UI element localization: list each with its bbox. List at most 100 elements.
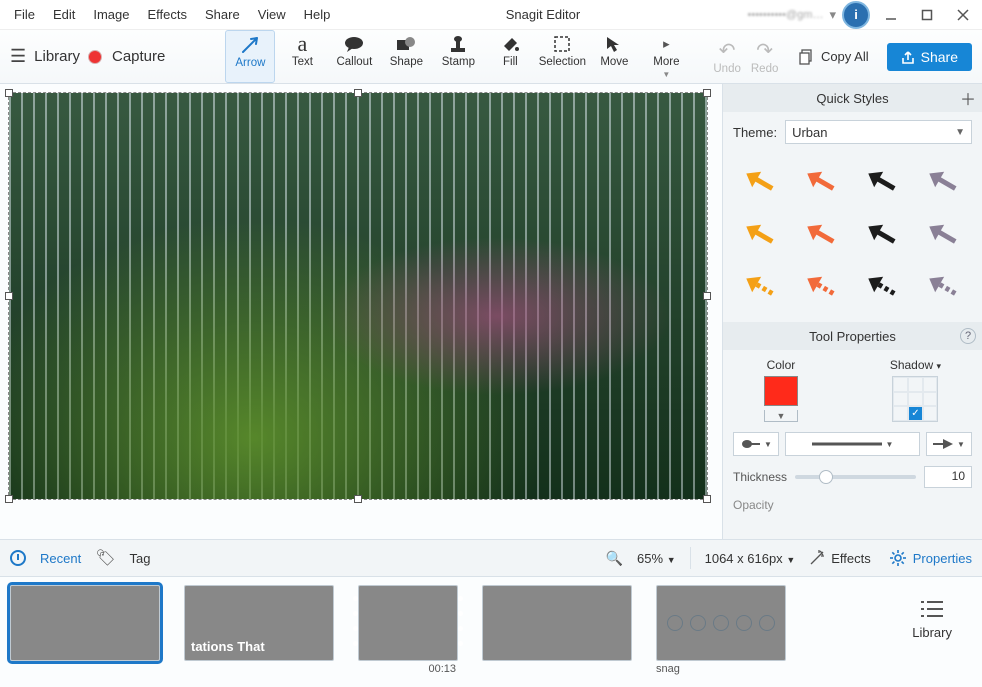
style-swatch[interactable]	[855, 158, 912, 206]
tool-label: Arrow	[235, 57, 265, 69]
tool-shape[interactable]: Shape	[381, 30, 431, 83]
thickness-value[interactable]: 10	[924, 466, 972, 488]
shadow-selected[interactable]: ✓	[908, 406, 923, 421]
library-big-button[interactable]: Library	[912, 585, 952, 640]
tool-properties-header: Tool Properties ?	[723, 322, 982, 350]
resize-handle[interactable]	[5, 292, 13, 300]
effects-label: Effects	[831, 551, 871, 566]
resize-handle[interactable]	[354, 495, 362, 503]
color-label: Color	[767, 358, 796, 372]
account-avatar-icon[interactable]: i	[842, 1, 870, 29]
style-swatch[interactable]	[855, 263, 912, 311]
zoom-level[interactable]: 65% ▼	[637, 551, 676, 566]
copy-all-button[interactable]: Copy All	[791, 45, 877, 69]
callout-icon	[343, 34, 365, 54]
tool-text[interactable]: a Text	[277, 30, 327, 83]
menu-share[interactable]: Share	[197, 3, 248, 26]
thumb-image	[358, 585, 458, 661]
minimize-button[interactable]	[876, 1, 906, 29]
maximize-button[interactable]	[912, 1, 942, 29]
tool-stamp[interactable]: Stamp	[433, 30, 483, 83]
tray-thumb-1[interactable]	[10, 585, 160, 661]
tool-arrow[interactable]: Arrow	[225, 30, 275, 83]
tray-thumb-5[interactable]: snag	[656, 585, 786, 675]
recent-icon[interactable]	[10, 550, 26, 566]
properties-button[interactable]: Properties	[889, 549, 972, 567]
shadow-label: Shadow ▾	[890, 358, 941, 372]
hamburger-icon[interactable]: ☰	[10, 46, 26, 67]
recent-button[interactable]: Recent	[40, 551, 81, 566]
menu-effects[interactable]: Effects	[140, 3, 196, 26]
effects-button[interactable]: Effects	[809, 550, 871, 566]
chevron-down-icon: ▼	[662, 70, 670, 79]
thickness-slider[interactable]	[795, 475, 916, 479]
resize-handle[interactable]	[703, 495, 711, 503]
slider-knob[interactable]	[819, 470, 833, 484]
tool-fill[interactable]: Fill	[485, 30, 535, 83]
line-style-select[interactable]: ▼	[785, 432, 920, 456]
tray-thumb-2[interactable]: tations That	[184, 585, 334, 661]
undo-icon: ↶	[719, 38, 736, 63]
menu-edit[interactable]: Edit	[45, 3, 83, 26]
undo-button[interactable]: ↶ Undo	[713, 38, 741, 75]
share-button[interactable]: Share	[887, 43, 972, 71]
resize-handle[interactable]	[354, 89, 362, 97]
color-dropdown[interactable]: ▼	[764, 410, 798, 422]
style-swatch[interactable]	[915, 158, 972, 206]
menu-bar: File Edit Image Effects Share View Help	[0, 3, 338, 26]
close-button[interactable]	[948, 1, 978, 29]
tool-selection[interactable]: Selection	[537, 30, 587, 83]
resize-handle[interactable]	[5, 495, 13, 503]
style-swatch[interactable]	[915, 263, 972, 311]
thumb-image	[656, 585, 786, 661]
capture-button[interactable]: Capture	[112, 48, 165, 65]
resize-handle[interactable]	[5, 89, 13, 97]
resize-handle[interactable]	[703, 89, 711, 97]
fill-icon	[500, 34, 520, 54]
tool-callout[interactable]: Callout	[329, 30, 379, 83]
menu-image[interactable]: Image	[85, 3, 137, 26]
style-swatch[interactable]	[794, 211, 851, 259]
dimensions-display[interactable]: 1064 x 616px ▼	[705, 551, 796, 566]
menu-file[interactable]: File	[6, 3, 43, 26]
account-dropdown-icon[interactable]: ▾	[829, 7, 836, 23]
options-bar: Recent 🏷 Tag 🔍 65% ▼ 1064 x 616px ▼ Effe…	[0, 539, 982, 577]
record-icon[interactable]	[88, 50, 102, 64]
search-icon[interactable]: 🔍	[606, 550, 623, 567]
canvas[interactable]	[0, 84, 722, 539]
style-swatch[interactable]	[733, 211, 790, 259]
style-swatch[interactable]	[733, 158, 790, 206]
redo-button[interactable]: ↷ Redo	[751, 38, 779, 75]
shadow-control[interactable]: Shadow ▾ ✓	[890, 358, 941, 422]
add-style-icon[interactable]: ＋	[960, 86, 976, 110]
theme-select[interactable]: Urban ▼	[785, 120, 972, 144]
style-swatch[interactable]	[855, 211, 912, 259]
shadow-grid[interactable]: ✓	[892, 376, 938, 422]
menu-help[interactable]: Help	[296, 3, 339, 26]
resize-handle[interactable]	[703, 292, 711, 300]
tray-thumb-4[interactable]	[482, 585, 632, 661]
color-control[interactable]: Color ▼	[764, 358, 798, 422]
tag-icon[interactable]: 🏷	[95, 548, 115, 568]
style-swatch[interactable]	[794, 158, 851, 206]
help-icon[interactable]: ?	[960, 328, 976, 344]
tool-label: Callout	[336, 56, 372, 68]
tag-button[interactable]: Tag	[130, 551, 151, 566]
style-swatch[interactable]	[915, 211, 972, 259]
quick-styles-header: Quick Styles ＋	[723, 84, 982, 112]
shape-icon	[395, 34, 417, 54]
tool-label: Move	[600, 56, 628, 68]
tray-thumb-3[interactable]: 00:13	[358, 585, 458, 675]
tool-label: Text	[292, 56, 313, 68]
account-label[interactable]: ••••••••••@gm…	[748, 9, 824, 21]
canvas-image[interactable]	[8, 92, 708, 500]
tool-move[interactable]: Move	[589, 30, 639, 83]
tool-more[interactable]: ▸ More ▼	[641, 30, 691, 83]
color-swatch[interactable]	[764, 376, 798, 406]
style-swatch[interactable]	[794, 263, 851, 311]
menu-view[interactable]: View	[250, 3, 294, 26]
end-cap-select[interactable]: ▼	[926, 432, 972, 456]
start-cap-select[interactable]: ▼	[733, 432, 779, 456]
style-swatch[interactable]	[733, 263, 790, 311]
library-button[interactable]: Library	[34, 48, 80, 65]
